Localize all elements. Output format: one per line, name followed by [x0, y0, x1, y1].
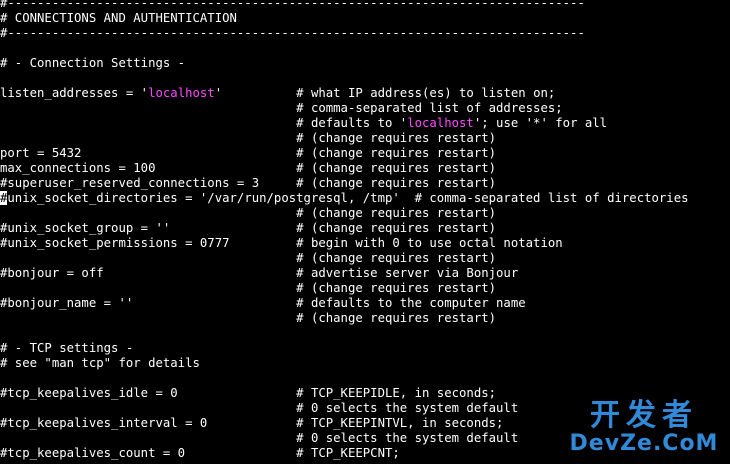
line-text: #tcp_keepalives_count = 0 # TCP_KEEPCNT;: [0, 446, 400, 460]
string-value: localhost: [407, 116, 474, 130]
line-text: unix_socket_directories = '/var/run/post…: [7, 191, 689, 205]
line-text: #tcp_keepalives_interval = 0 # TCP_KEEPI…: [0, 416, 504, 430]
line-text: port = 5432 # (change requires restart): [0, 146, 497, 160]
watermark-chinese-text: 开发者: [590, 398, 698, 433]
config-line: [0, 326, 730, 341]
config-line: #---------------------------------------…: [0, 0, 730, 11]
config-line: # (change requires restart): [0, 131, 730, 146]
line-text: #unix_socket_permissions = 0777 # begin …: [0, 236, 563, 250]
line-text: # 0 selects the system default: [0, 431, 519, 445]
config-line: #bonjour = off # advertise server via Bo…: [0, 266, 730, 281]
config-line: # (change requires restart): [0, 251, 730, 266]
config-line: # (change requires restart): [0, 311, 730, 326]
config-line: # comma-separated list of addresses;: [0, 101, 730, 116]
line-text: # - TCP settings -: [0, 341, 134, 355]
config-line: max_connections = 100 # (change requires…: [0, 161, 730, 176]
line-text: #unix_socket_group = '' # (change requir…: [0, 221, 497, 235]
line-text: # see "man tcp" for details: [0, 356, 200, 370]
line-text: #bonjour = off # advertise server via Bo…: [0, 266, 519, 280]
config-line: listen_addresses = 'localhost' # what IP…: [0, 86, 730, 101]
config-line: # see "man tcp" for details: [0, 356, 730, 371]
line-text: listen_addresses = ': [0, 86, 149, 100]
config-line: # (change requires restart): [0, 281, 730, 296]
line-text: max_connections = 100 # (change requires…: [0, 161, 497, 175]
line-text: # (change requires restart): [0, 131, 497, 145]
line-text: '; use '*' for all: [473, 116, 608, 130]
watermark-site-name: DevZe.CoM: [569, 431, 719, 456]
string-value: localhost: [148, 86, 215, 100]
line-text: ' # what IP address(es) to listen on;: [214, 86, 556, 100]
config-line: #---------------------------------------…: [0, 26, 730, 41]
config-line: [0, 71, 730, 86]
line-text: # (change requires restart): [0, 281, 497, 295]
line-text: # (change requires restart): [0, 311, 497, 325]
line-text: #bonjour_name = '' # defaults to the com…: [0, 296, 526, 310]
line-text: # - Connection Settings -: [0, 56, 186, 70]
config-line: [0, 371, 730, 386]
config-line: #unix_socket_permissions = 0777 # begin …: [0, 236, 730, 251]
config-line: # - TCP settings -: [0, 341, 730, 356]
config-line: #bonjour_name = '' # defaults to the com…: [0, 296, 730, 311]
config-line: port = 5432 # (change requires restart): [0, 146, 730, 161]
config-line: #superuser_reserved_connections = 3 # (c…: [0, 176, 730, 191]
line-text: #---------------------------------------…: [0, 0, 585, 10]
config-line: # (change requires restart): [0, 206, 730, 221]
line-text: # comma-separated list of addresses;: [0, 101, 563, 115]
line-text: # (change requires restart): [0, 251, 497, 265]
config-line: [0, 41, 730, 56]
config-line: # CONNECTIONS AND AUTHENTICATION: [0, 11, 730, 26]
line-text: #tcp_keepalives_idle = 0 # TCP_KEEPIDLE,…: [0, 386, 497, 400]
line-text: #superuser_reserved_connections = 3 # (c…: [0, 176, 497, 190]
line-text: # CONNECTIONS AND AUTHENTICATION: [0, 11, 237, 25]
config-line: #unix_socket_group = '' # (change requir…: [0, 221, 730, 236]
line-text: # (change requires restart): [0, 206, 497, 220]
terminal-editor[interactable]: #---------------------------------------…: [0, 0, 730, 461]
config-line: # - Connection Settings -: [0, 56, 730, 71]
config-line: #unix_socket_directories = '/var/run/pos…: [0, 191, 730, 206]
line-text: # 0 selects the system default: [0, 401, 519, 415]
config-line: # defaults to 'localhost'; use '*' for a…: [0, 116, 730, 131]
line-text: #---------------------------------------…: [0, 26, 585, 40]
line-text: # defaults to ': [0, 116, 408, 130]
site-watermark: 开发者 DevZe.CoM: [564, 400, 724, 460]
